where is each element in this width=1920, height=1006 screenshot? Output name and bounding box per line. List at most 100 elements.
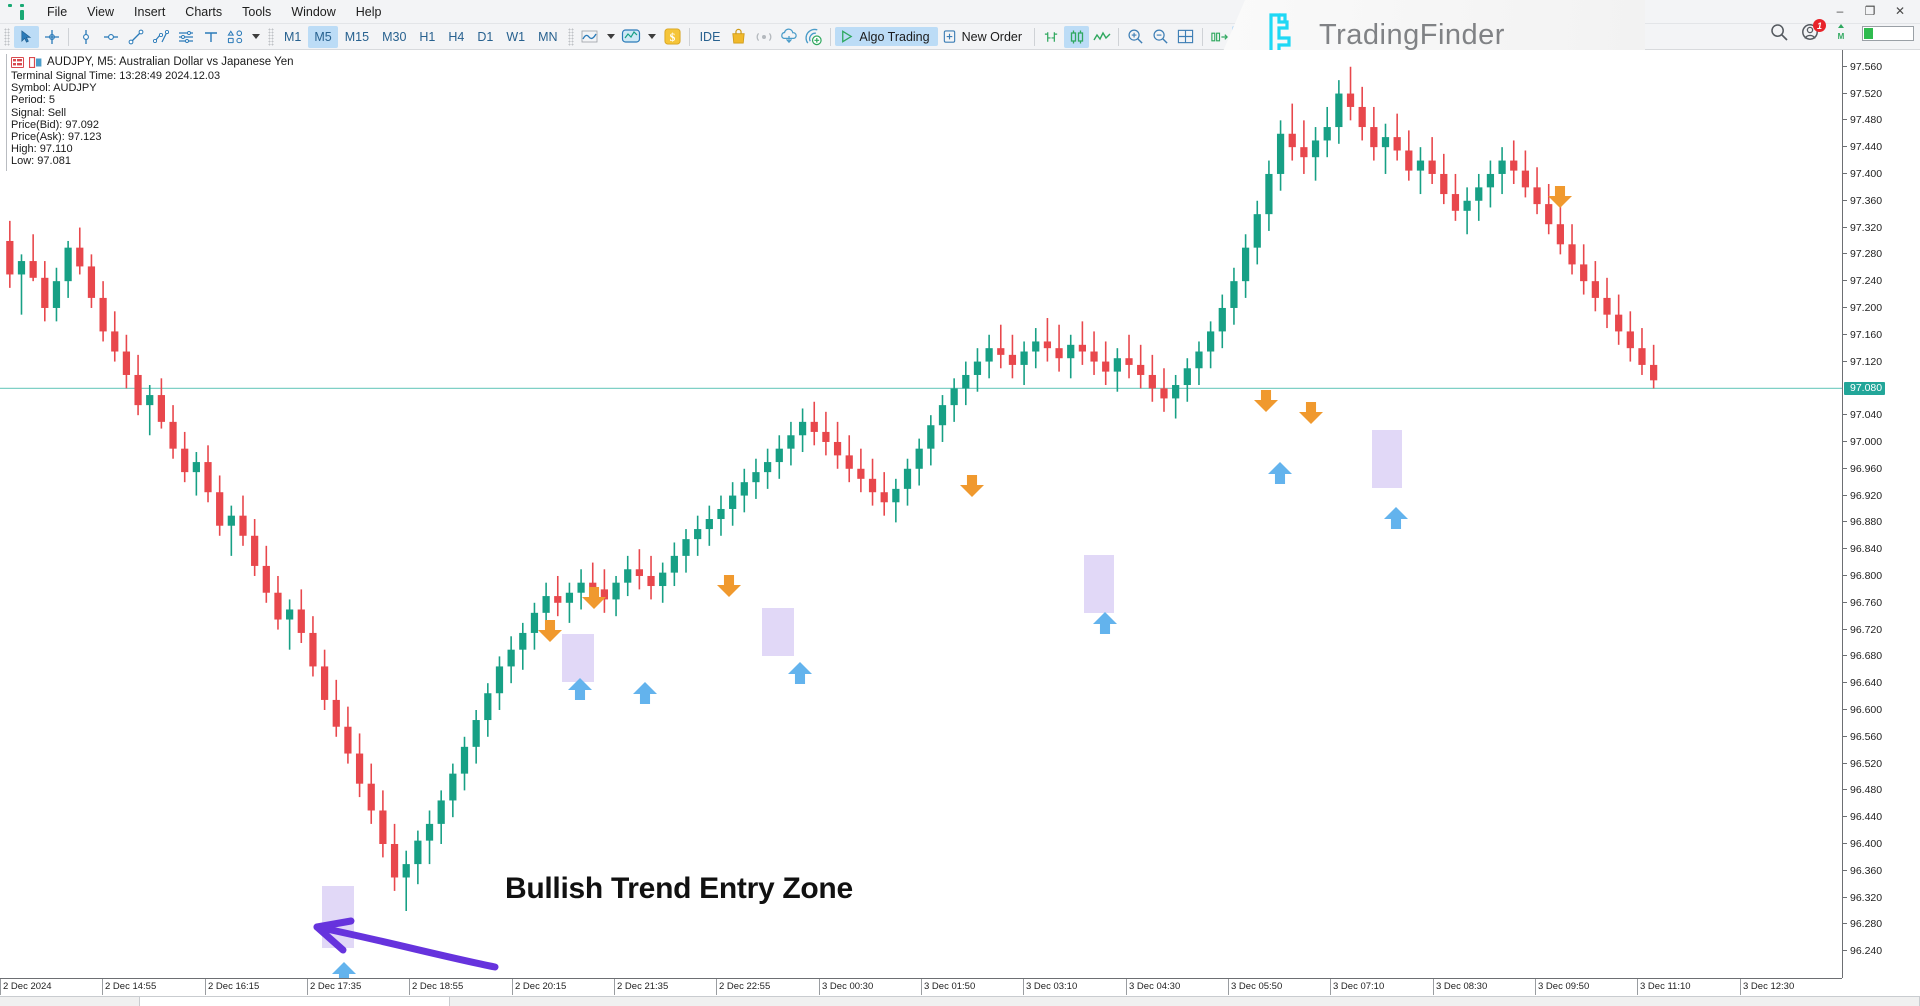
candle (1102, 341, 1109, 385)
buy-signal-arrow-icon (1268, 462, 1292, 484)
candle (274, 576, 281, 630)
shapes-icon[interactable] (223, 26, 248, 48)
connection-meter[interactable] (1862, 26, 1914, 41)
timeframe-h1[interactable]: H1 (413, 26, 441, 48)
candle (1592, 261, 1599, 311)
mql5-icon[interactable]: M (1831, 22, 1853, 44)
svg-text:$: $ (669, 32, 675, 44)
candle (566, 583, 573, 623)
menu-item-window[interactable]: Window (281, 2, 345, 22)
indicators-dropdown-caret-icon[interactable] (607, 34, 615, 39)
trendline-icon[interactable] (123, 26, 148, 48)
timeframe-w1[interactable]: W1 (500, 26, 531, 48)
candle (986, 335, 993, 379)
menu-item-insert[interactable]: Insert (124, 2, 175, 22)
menu-item-tools[interactable]: Tools (232, 2, 281, 22)
minimize-button[interactable]: – (1826, 2, 1854, 20)
toolbar-grip[interactable] (4, 28, 10, 46)
horizontal-line-icon[interactable] (98, 26, 123, 48)
zoom-in-icon[interactable] (1123, 26, 1148, 48)
algo-trading-button[interactable]: Algo Trading (835, 27, 937, 46)
timeframe-m15[interactable]: M15 (339, 26, 375, 48)
price-tick: 97.480 (1843, 115, 1882, 125)
price-axis[interactable]: 97.56097.52097.48097.44097.40097.36097.3… (1842, 50, 1920, 978)
signals-icon[interactable] (751, 26, 776, 48)
candle (1160, 368, 1167, 412)
price-tick: 97.000 (1843, 437, 1882, 447)
search-icon[interactable] (1769, 22, 1791, 44)
timeframe-d1[interactable]: D1 (471, 26, 499, 48)
menu-item-charts[interactable]: Charts (175, 2, 232, 22)
chart-tools-grip[interactable] (568, 28, 574, 46)
copy-trading-icon[interactable] (801, 26, 826, 48)
brand-name: TradingFinder (1319, 19, 1505, 52)
sell-signal-arrow-icon (1254, 390, 1278, 412)
chart-canvas[interactable] (0, 50, 1920, 978)
timeframe-m5[interactable]: M5 (308, 26, 337, 48)
candle (1207, 321, 1214, 368)
menu-item-view[interactable]: View (77, 2, 124, 22)
cursor-arrow-icon[interactable] (14, 26, 39, 48)
candle (682, 529, 689, 573)
channel-icon[interactable] (173, 26, 198, 48)
vps-cloud-icon[interactable] (776, 26, 801, 48)
price-tick: 96.840 (1843, 544, 1882, 554)
restore-button[interactable]: ❐ (1856, 2, 1884, 20)
new-order-label: New Order (962, 30, 1022, 44)
menu-item-file[interactable]: File (37, 2, 77, 22)
candle (204, 445, 211, 502)
candle (997, 325, 1004, 369)
candle (41, 261, 48, 321)
symbol-grid-icon (11, 57, 24, 68)
timeframe-h4[interactable]: H4 (442, 26, 470, 48)
timeframe-m30[interactable]: M30 (376, 26, 412, 48)
bar-chart-icon[interactable] (1039, 26, 1064, 48)
price-tick: 96.480 (1843, 785, 1882, 795)
templates-dropdown-caret-icon[interactable] (648, 34, 656, 39)
text-label-icon[interactable] (198, 26, 223, 48)
status-segment-1 (0, 997, 140, 1006)
line-chart-icon[interactable] (1089, 26, 1114, 48)
candlestick-chart-icon[interactable] (1064, 26, 1089, 48)
candle (647, 556, 654, 600)
price-tick: 96.240 (1843, 946, 1882, 956)
timeframe-grip[interactable] (268, 28, 274, 46)
new-order-button[interactable]: New Order (938, 27, 1030, 46)
price-tick: 97.560 (1843, 62, 1882, 72)
candle (857, 449, 864, 493)
candle (612, 576, 619, 616)
market-bag-icon[interactable] (726, 26, 751, 48)
sell-signal-arrow-icon (960, 475, 984, 497)
shapes-dropdown-caret-icon[interactable] (252, 34, 260, 39)
sell-signal-arrow-icon (717, 575, 741, 597)
grid-icon[interactable] (1173, 26, 1198, 48)
time-axis[interactable]: 2 Dec 20242 Dec 14:552 Dec 16:152 Dec 17… (0, 978, 1842, 996)
crosshair-icon[interactable] (39, 26, 64, 48)
time-tick: 2 Dec 20:15 (512, 981, 566, 993)
chart-info-line-4: Price(Bid): 97.092 (11, 119, 294, 131)
vertical-line-icon[interactable] (73, 26, 98, 48)
price-tick: 97.160 (1843, 330, 1882, 340)
timeframe-mn[interactable]: MN (532, 26, 563, 48)
candle (636, 549, 643, 589)
candle (519, 623, 526, 670)
ide-button[interactable]: IDE (694, 26, 727, 48)
price-tick: 97.520 (1843, 89, 1882, 99)
candle (1079, 321, 1086, 365)
account-icon[interactable]: 1 (1800, 22, 1822, 44)
indicators-icon[interactable] (578, 26, 603, 48)
annotation-label: Bullish Trend Entry Zone (505, 872, 853, 906)
zoom-out-icon[interactable] (1148, 26, 1173, 48)
timeframe-m1[interactable]: M1 (278, 26, 307, 48)
candle (1405, 130, 1412, 180)
menu-item-help[interactable]: Help (346, 2, 392, 22)
dollar-icon[interactable]: $ (660, 26, 685, 48)
polyline-icon[interactable] (148, 26, 173, 48)
candle (974, 348, 981, 392)
close-button[interactable]: ✕ (1886, 2, 1914, 20)
chart-info-line-7: Low: 97.081 (11, 155, 294, 167)
chart-info-line-3: Signal: Sell (11, 107, 294, 119)
chart-info-line-5: Price(Ask): 97.123 (11, 131, 294, 143)
templates-icon[interactable] (619, 26, 644, 48)
candle (1289, 104, 1296, 161)
